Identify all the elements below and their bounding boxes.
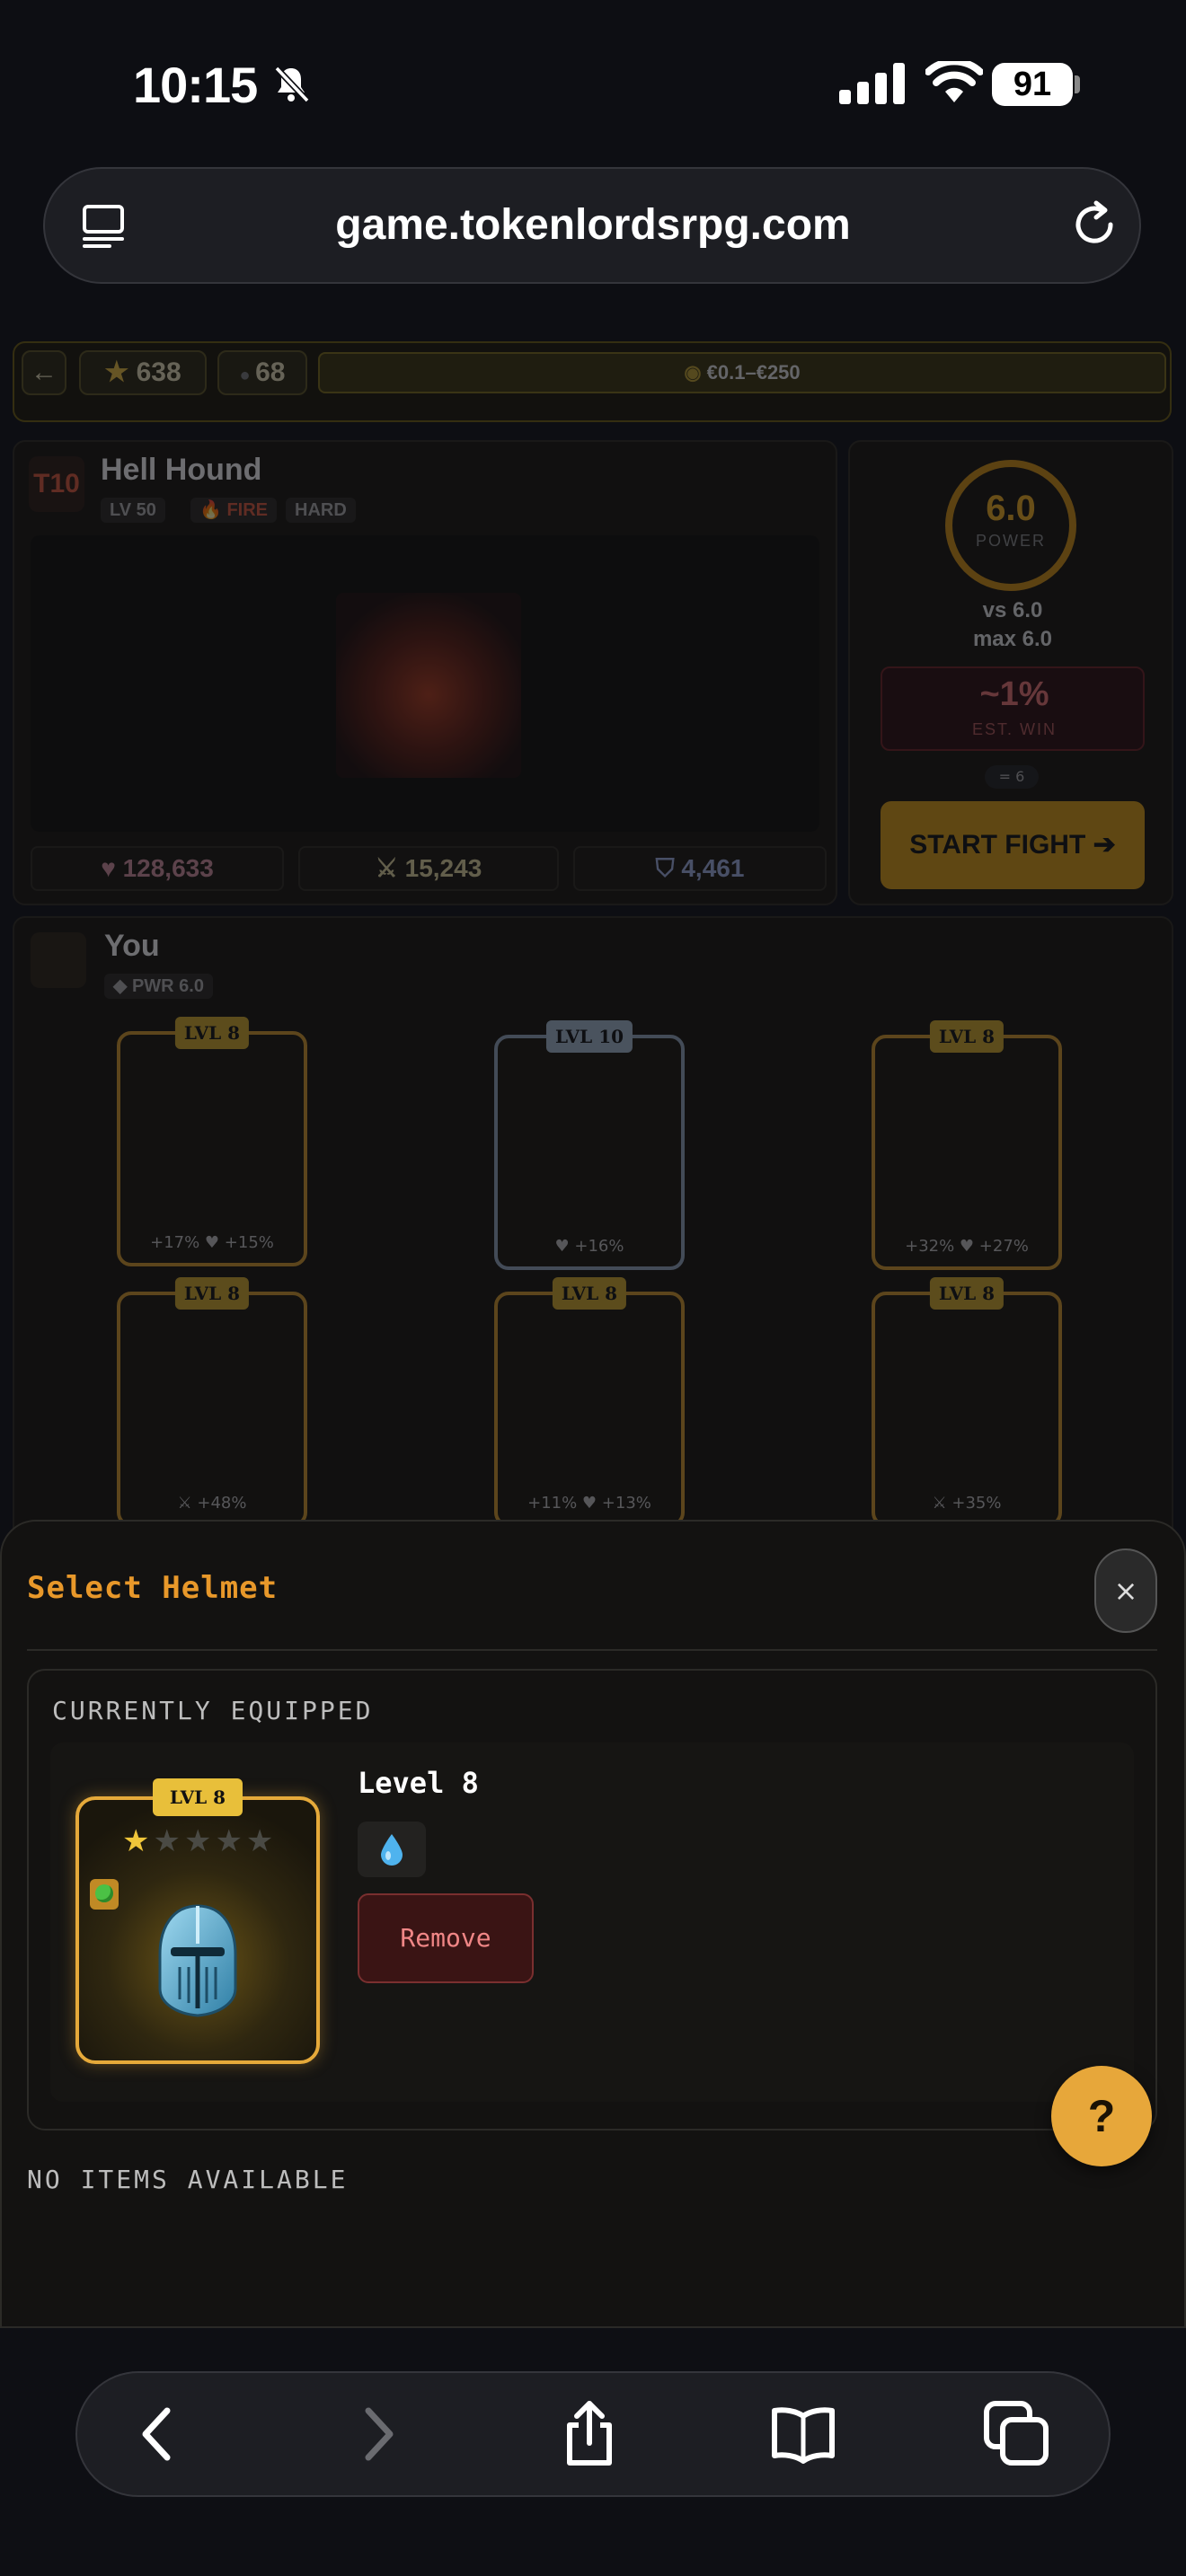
sheet-title: Select Helmet — [27, 1570, 279, 1606]
gear-stats: +32% ♥ +27% — [905, 1237, 1029, 1256]
stars-value: 638 — [136, 357, 181, 387]
prize-range: €0.1–€250 — [706, 361, 801, 384]
power-max: max 6.0 — [972, 627, 1053, 651]
power-panel: 6.0 POWER vs 6.0 max 6.0 ~1% EST. WIN = … — [848, 440, 1173, 905]
gear-slot-chest[interactable]: LVL 8 +32% ♥ +27% — [872, 1020, 1062, 1270]
gear-stats: +17% ♥ +15% — [150, 1233, 274, 1252]
gem-socket-icon — [90, 1879, 119, 1910]
gem-icon: ● — [239, 366, 256, 385]
gear-slot-ring[interactable]: LVL 8 ⚔ +35% — [872, 1277, 1062, 1527]
player-power-tag: ◆ PWR 6.0 — [104, 974, 213, 999]
enemy-hp: ♥ 128,633 — [31, 846, 284, 891]
enemy-defense: ⛉ 4,461 — [573, 846, 827, 891]
star-icon: ★ — [104, 357, 137, 387]
wifi-icon — [925, 61, 983, 102]
gear-stats: ⚔ +35% — [932, 1494, 1002, 1513]
remove-button[interactable]: Remove — [358, 1893, 534, 1983]
win-percent: ~1% — [979, 675, 1049, 713]
gear-slot-helmet[interactable]: LVL 8 +17% ♥ +15% — [117, 1017, 307, 1266]
close-button[interactable]: × — [1094, 1548, 1157, 1633]
gear-level-badge: LVL 8 — [174, 1017, 250, 1049]
fight-count-chip: = 6 — [985, 765, 1039, 789]
gear-level-badge: LVL 8 — [929, 1020, 1005, 1053]
enemy-difficulty-tag: HARD — [286, 498, 356, 523]
bookmarks-icon[interactable] — [769, 2400, 837, 2468]
status-time: 10:15 — [133, 57, 258, 113]
equipped-level-badge: LVL 8 — [153, 1778, 243, 1816]
help-button[interactable]: ? — [1051, 2066, 1152, 2166]
gear-level-badge: LVL 8 — [929, 1277, 1005, 1310]
win-chance-box: ~1% EST. WIN — [881, 666, 1145, 751]
star-filled-icon: ★ — [122, 1823, 154, 1859]
enemy-portrait — [336, 593, 521, 778]
enemy-panel: T10 Hell Hound LV 50 🔥 FIRE HARD ♥ 128,6… — [13, 440, 837, 905]
currently-equipped-label: CURRENTLY EQUIPPED — [52, 1696, 374, 1725]
gear-slot-amulet[interactable]: LVL 10 ♥ +16% — [494, 1020, 685, 1270]
gems-counter: ● 68 — [217, 350, 307, 395]
battery-indicator: 91 — [992, 63, 1073, 106]
element-chip — [358, 1822, 426, 1877]
forward-icon[interactable] — [343, 2400, 412, 2468]
swords-icon: ⚔ — [375, 854, 405, 882]
tabs-icon[interactable] — [983, 2400, 1051, 2468]
player-name: You — [104, 929, 160, 963]
enemy-name: Hell Hound — [101, 453, 262, 487]
url-text[interactable]: game.tokenlordsrpg.com — [0, 167, 1186, 284]
start-fight-button[interactable]: START FIGHT ➔ — [881, 801, 1145, 889]
gear-stats: +11% ♥ +13% — [527, 1494, 651, 1513]
equipped-item-name: Level 8 — [358, 1766, 479, 1800]
enemy-attack: ⚔ 15,243 — [298, 846, 559, 891]
star-empty-icon: ★★★★ — [153, 1823, 278, 1859]
back-button[interactable]: ← — [22, 350, 66, 395]
enemy-element-tag: 🔥 FIRE — [190, 498, 278, 523]
gear-level-badge: LVL 8 — [552, 1277, 627, 1310]
gear-slot-boots[interactable]: LVL 8 +11% ♥ +13% — [494, 1277, 685, 1527]
heart-icon: ♥ — [101, 854, 123, 882]
bell-muted-icon — [274, 66, 310, 103]
enemy-tier-badge: T10 — [29, 456, 84, 512]
power-vs: vs 6.0 — [982, 598, 1043, 622]
gear-level-badge: LVL 10 — [545, 1020, 633, 1053]
sheet-divider — [27, 1649, 1157, 1651]
prize-bar: ◉ €0.1–€250 — [318, 352, 1166, 393]
gear-stats: ⚔ +48% — [177, 1494, 247, 1513]
water-drop-icon — [381, 1834, 403, 1866]
win-label: EST. WIN — [971, 720, 1057, 738]
back-icon[interactable] — [124, 2400, 192, 2468]
gems-value: 68 — [255, 357, 286, 387]
no-items-message: NO ITEMS AVAILABLE — [27, 2165, 349, 2194]
battery-tip — [1075, 75, 1080, 93]
arrow-right-icon: ➔ — [1093, 830, 1116, 860]
player-avatar — [31, 932, 86, 988]
power-label: POWER — [975, 532, 1046, 550]
power-value: 6.0 — [986, 489, 1036, 528]
gear-level-badge: LVL 8 — [174, 1277, 250, 1310]
fire-icon: 🔥 — [199, 500, 227, 520]
shield-icon: ⛉ — [655, 854, 682, 882]
gear-slot-weapon[interactable]: LVL 8 ⚔ +48% — [117, 1277, 307, 1527]
helmet-icon — [158, 1904, 237, 2017]
cellular-signal-icon — [839, 63, 905, 104]
stars-counter: ★ 638 — [79, 350, 207, 395]
reload-icon[interactable] — [1069, 199, 1120, 250]
star-rating: ★★★★★ — [122, 1823, 277, 1859]
gear-stats: ♥ +16% — [554, 1237, 624, 1256]
game-screen: ← ★ 638 ● 68 ◉ €0.1–€250 T10 Hell Hound … — [0, 332, 1186, 1545]
player-panel: You ◆ PWR 6.0 LVL 8 +17% ♥ +15% LVL 10 ♥… — [13, 916, 1173, 1545]
share-icon[interactable] — [555, 2400, 624, 2468]
enemy-level-tag: LV 50 — [101, 498, 165, 523]
coin-icon: ◉ — [684, 361, 707, 384]
